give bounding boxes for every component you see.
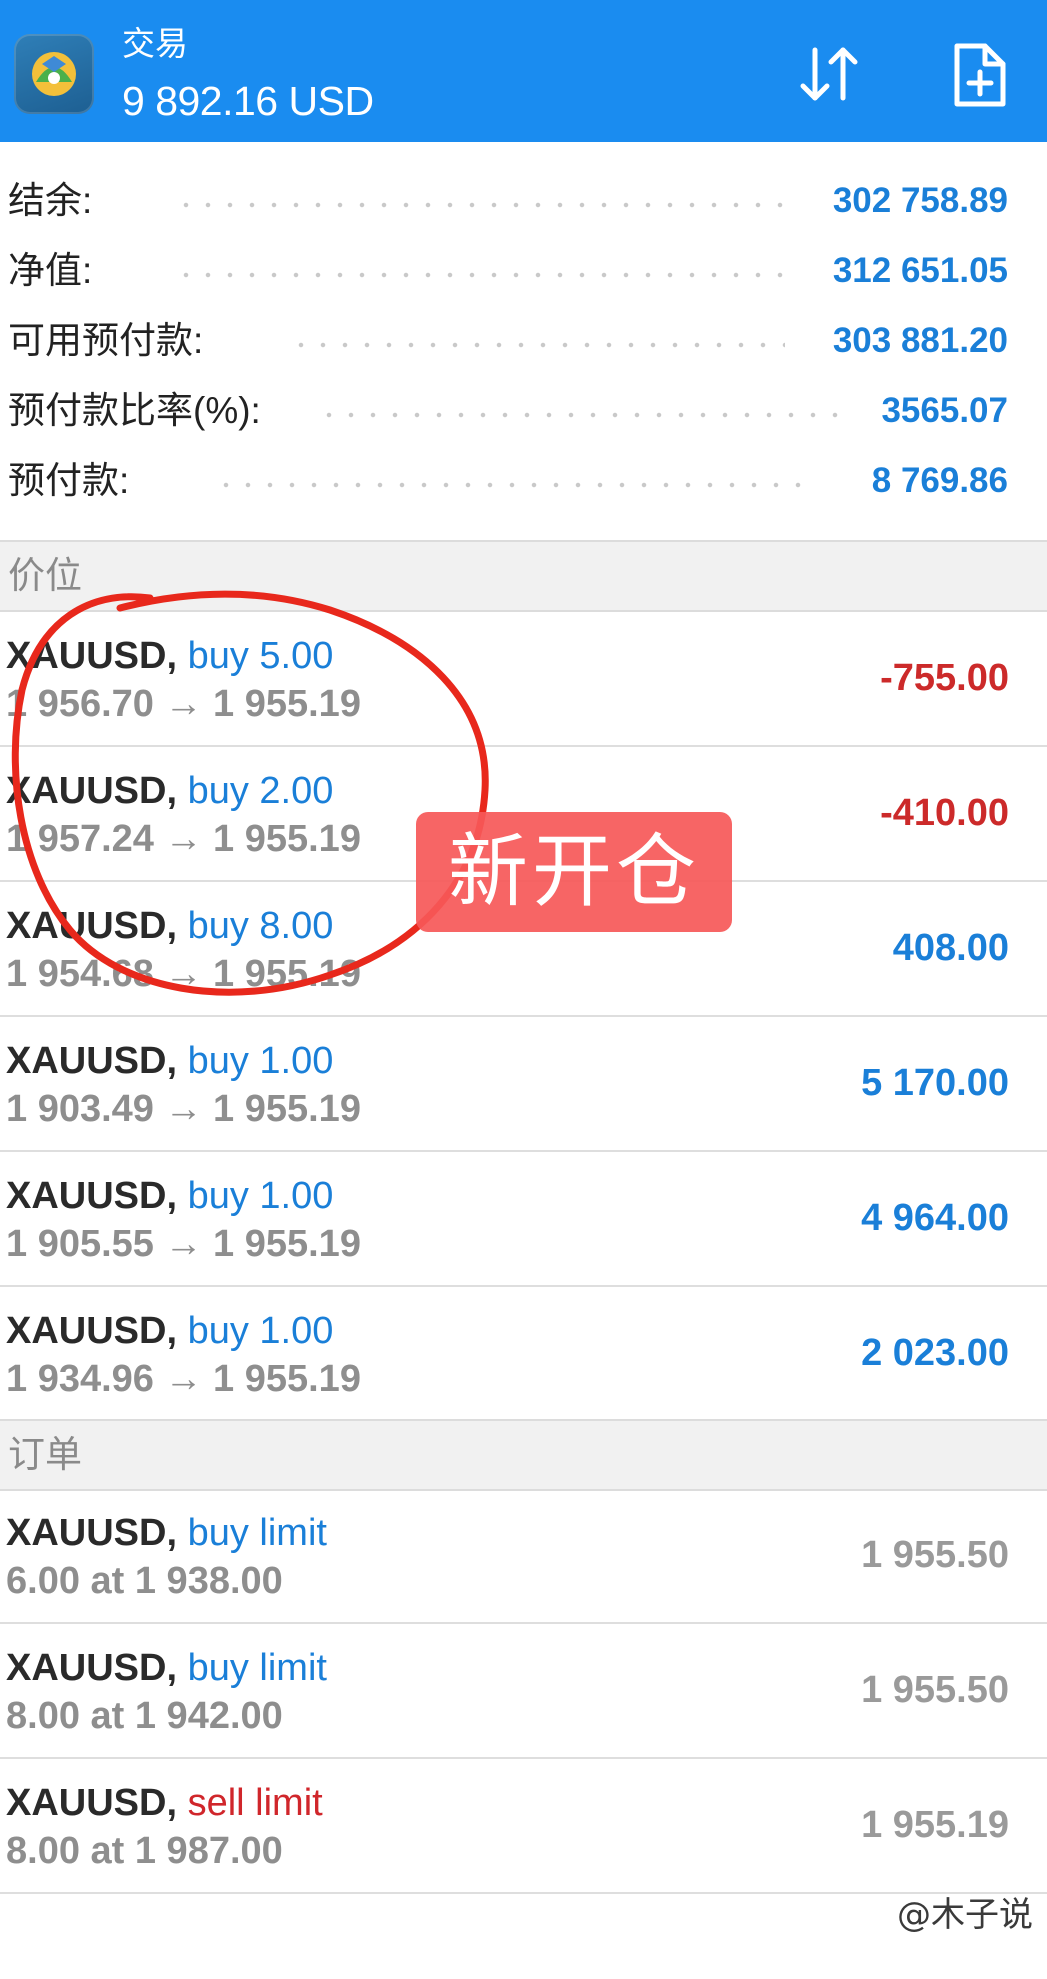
order-title: XAUUSD, buy limit <box>6 1647 327 1689</box>
profit-value: 408.00 <box>892 927 1009 969</box>
order-type: sell limit <box>187 1782 323 1824</box>
position-title: XAUUSD, buy 8.00 <box>6 905 334 947</box>
watermark: @木子说 <box>897 1895 1033 1935</box>
price-change: 1 903.49 → 1 955.19 <box>6 1088 361 1130</box>
trade-direction: buy 1.00 <box>187 1040 334 1082</box>
summary-value: 312 651.05 <box>832 251 1008 290</box>
page-title: 交易 <box>122 25 188 62</box>
trade-direction: buy 5.00 <box>187 635 334 677</box>
dot-leader <box>175 272 785 278</box>
app-logo-icon[interactable] <box>14 34 94 114</box>
symbol: XAUUSD <box>6 1512 167 1554</box>
summary-label: 预付款: <box>8 460 130 501</box>
summary-label: 可用预付款: <box>8 320 204 361</box>
symbol: XAUUSD <box>6 1175 167 1217</box>
order-row[interactable]: XAUUSD, buy limit 6.00 at 1 938.00 1 955… <box>0 1489 1047 1624</box>
price-change: 1 957.24 → 1 955.19 <box>6 818 361 860</box>
summary-value: 3565.07 <box>881 391 1008 430</box>
trade-direction: buy 1.00 <box>187 1175 334 1217</box>
price-change: 1 956.70 → 1 955.19 <box>6 683 361 725</box>
annotation-label: 新开仓 <box>416 812 732 932</box>
order-title: XAUUSD, buy limit <box>6 1512 327 1554</box>
summary-value: 303 881.20 <box>832 321 1008 360</box>
profit-value: -410.00 <box>880 792 1009 834</box>
current-price: 1 955.50 <box>861 1534 1009 1576</box>
order-type: buy limit <box>187 1512 327 1554</box>
symbol: XAUUSD <box>6 1782 167 1824</box>
position-title: XAUUSD, buy 5.00 <box>6 635 334 677</box>
position-row[interactable]: XAUUSD, buy 1.00 1 934.96 → 1 955.19 2 0… <box>0 1287 1047 1422</box>
symbol: XAUUSD <box>6 1310 167 1352</box>
position-title: XAUUSD, buy 1.00 <box>6 1040 334 1082</box>
profit-value: 5 170.00 <box>861 1062 1009 1104</box>
summary-label: 预付款比率(%): <box>8 390 261 431</box>
symbol: XAUUSD <box>6 635 167 677</box>
symbol: XAUUSD <box>6 770 167 812</box>
price-change: 1 905.55 → 1 955.19 <box>6 1223 361 1265</box>
new-order-icon[interactable] <box>945 40 1015 110</box>
order-row[interactable]: XAUUSD, sell limit 8.00 at 1 987.00 1 95… <box>0 1759 1047 1894</box>
profit-value: -755.00 <box>880 657 1009 699</box>
symbol: XAUUSD <box>6 1647 167 1689</box>
summary-value: 302 758.89 <box>832 181 1008 220</box>
summary-row-margin-level: 预付款比率(%): 3565.07 <box>0 376 1047 446</box>
position-title: XAUUSD, buy 2.00 <box>6 770 334 812</box>
order-detail: 8.00 at 1 987.00 <box>6 1830 283 1872</box>
position-title: XAUUSD, buy 1.00 <box>6 1310 334 1352</box>
position-title: XAUUSD, buy 1.00 <box>6 1175 334 1217</box>
app-bar: 交易 9 892.16 USD <box>0 0 1047 142</box>
dot-leader <box>175 202 785 208</box>
symbol: XAUUSD <box>6 1040 167 1082</box>
profit-value: 4 964.00 <box>861 1197 1009 1239</box>
order-detail: 6.00 at 1 938.00 <box>6 1560 283 1602</box>
current-price: 1 955.50 <box>861 1669 1009 1711</box>
price-change: 1 934.96 → 1 955.19 <box>6 1358 361 1400</box>
orders-section-header: 订单 <box>0 1419 1047 1491</box>
summary-label: 结余: <box>8 180 93 221</box>
dot-leader <box>318 412 843 418</box>
account-balance: 9 892.16 USD <box>122 78 374 124</box>
order-detail: 8.00 at 1 942.00 <box>6 1695 283 1737</box>
section-title: 订单 <box>8 1434 82 1475</box>
dot-leader <box>215 482 815 488</box>
summary-row-equity: 净值: 312 651.05 <box>0 236 1047 306</box>
trade-direction: buy 1.00 <box>187 1310 334 1352</box>
position-row[interactable]: XAUUSD, buy 1.00 1 903.49 → 1 955.19 5 1… <box>0 1017 1047 1152</box>
trade-direction: buy 8.00 <box>187 905 334 947</box>
summary-row-balance: 结余: 302 758.89 <box>0 166 1047 236</box>
summary-label: 净值: <box>8 250 93 291</box>
profit-value: 2 023.00 <box>861 1332 1009 1374</box>
positions-section-header: 价位 <box>0 540 1047 612</box>
position-row[interactable]: XAUUSD, buy 5.00 1 956.70 → 1 955.19 -75… <box>0 612 1047 747</box>
summary-row-free-margin: 可用预付款: 303 881.20 <box>0 306 1047 376</box>
sort-icon[interactable] <box>795 40 865 110</box>
section-title: 价位 <box>8 555 82 596</box>
trade-direction: buy 2.00 <box>187 770 334 812</box>
symbol: XAUUSD <box>6 905 167 947</box>
current-price: 1 955.19 <box>861 1804 1009 1846</box>
position-row[interactable]: XAUUSD, buy 1.00 1 905.55 → 1 955.19 4 9… <box>0 1152 1047 1287</box>
order-row[interactable]: XAUUSD, buy limit 8.00 at 1 942.00 1 955… <box>0 1624 1047 1759</box>
order-type: buy limit <box>187 1647 327 1689</box>
dot-leader <box>290 342 785 348</box>
price-change: 1 954.68 → 1 955.19 <box>6 953 361 995</box>
summary-row-margin: 预付款: 8 769.86 <box>0 446 1047 516</box>
order-title: XAUUSD, sell limit <box>6 1782 323 1824</box>
summary-value: 8 769.86 <box>871 461 1008 500</box>
